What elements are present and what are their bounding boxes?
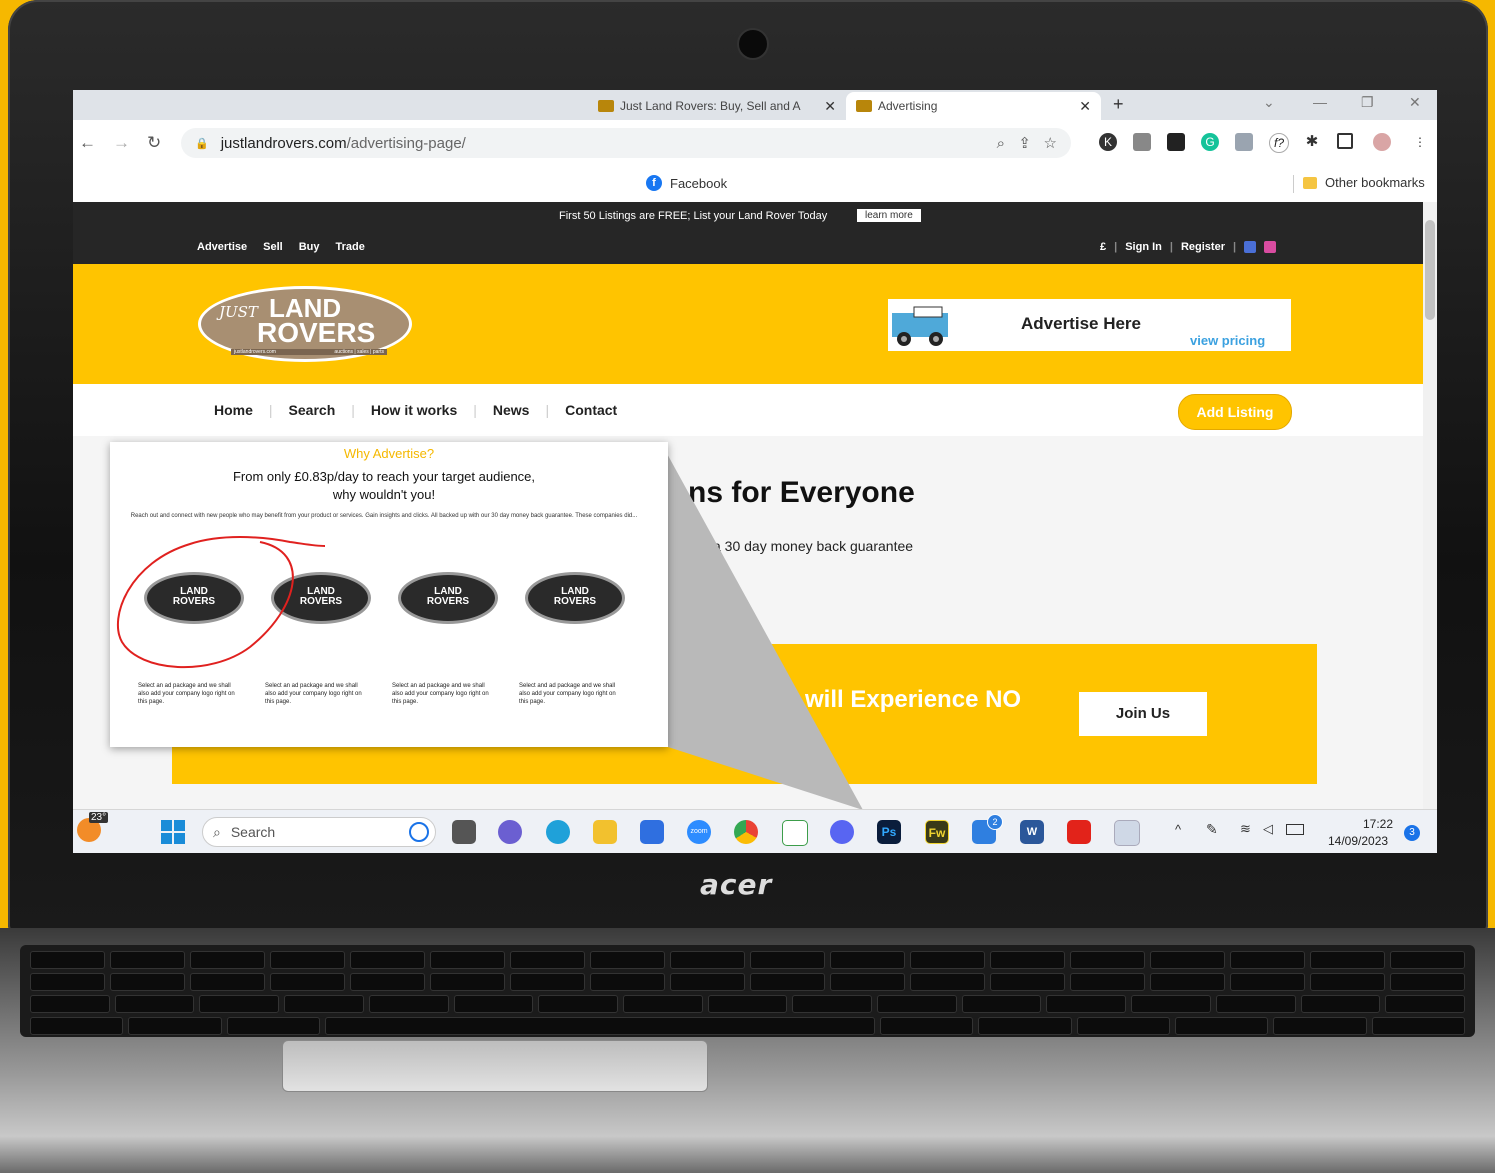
touchpad: [282, 1040, 708, 1092]
clock-date[interactable]: 14/09/2023: [1328, 834, 1388, 848]
popup-body: Reach out and connect with new people wh…: [130, 513, 638, 519]
chrome-icon[interactable]: [734, 820, 758, 844]
partner-caption: Select and ad package and we shall also …: [519, 683, 616, 705]
keyboard: [20, 945, 1475, 1037]
partner-caption: Select an ad package and we shall also a…: [265, 683, 362, 705]
discord-icon[interactable]: [830, 820, 854, 844]
partner-logo: LAND ROVERS: [525, 572, 625, 624]
task-view-icon[interactable]: [452, 820, 476, 844]
fireworks-icon[interactable]: Fw: [925, 820, 949, 844]
stock-chart-app-icon[interactable]: [782, 820, 808, 846]
battery-icon[interactable]: [1286, 824, 1304, 835]
mail-badge: 2: [987, 814, 1003, 830]
zoom-app-icon[interactable]: zoom: [687, 820, 711, 844]
bing-icon: [409, 822, 429, 842]
windows-taskbar: 23° ⌕ Search zoom Ps Fw 2 W ^ ✎ ≋ ◁ 17:2…: [73, 809, 1437, 853]
zoom-callout: Why Advertise? From only £0.83p/day to r…: [110, 442, 668, 747]
notification-badge[interactable]: 3: [1404, 825, 1420, 841]
partner-logo: LAND ROVERS: [398, 572, 498, 624]
search-icon: ⌕: [213, 823, 221, 840]
photoshop-icon[interactable]: Ps: [877, 820, 901, 844]
snipping-tool-icon[interactable]: [1114, 820, 1140, 846]
acrobat-icon[interactable]: [1067, 820, 1091, 844]
wifi-icon[interactable]: ≋: [1240, 821, 1251, 837]
windows-start-icon[interactable]: [161, 820, 185, 844]
partner-caption: Select an ad package and we shall also a…: [138, 683, 235, 705]
teams-icon[interactable]: [498, 820, 522, 844]
chevron-up-icon[interactable]: ^: [1175, 822, 1181, 837]
clock-time[interactable]: 17:22: [1363, 817, 1393, 831]
word-icon[interactable]: W: [1020, 820, 1044, 844]
red-circle-annotation: [117, 536, 326, 669]
popup-title-1: From only £0.83p/day to reach your targe…: [232, 469, 536, 484]
dropbox-icon[interactable]: [640, 820, 664, 844]
edge-icon[interactable]: [546, 820, 570, 844]
partner-caption: Select an ad package and we shall also a…: [392, 683, 489, 705]
webcam: [737, 28, 769, 60]
popup-title-2: why wouldn't you!: [332, 487, 436, 502]
taskbar-search-box[interactable]: ⌕ Search: [202, 817, 436, 847]
laptop-screen: Just Land Rovers: Buy, Sell and A ✕ Adve…: [73, 90, 1437, 853]
volume-icon[interactable]: ◁: [1263, 821, 1273, 837]
file-explorer-icon[interactable]: [593, 820, 617, 844]
laptop-brand-logo: acer: [700, 868, 773, 901]
pen-icon[interactable]: ✎: [1206, 821, 1218, 838]
popup-kicker: Why Advertise?: [343, 446, 435, 461]
weather-temp: 23°: [89, 812, 109, 823]
